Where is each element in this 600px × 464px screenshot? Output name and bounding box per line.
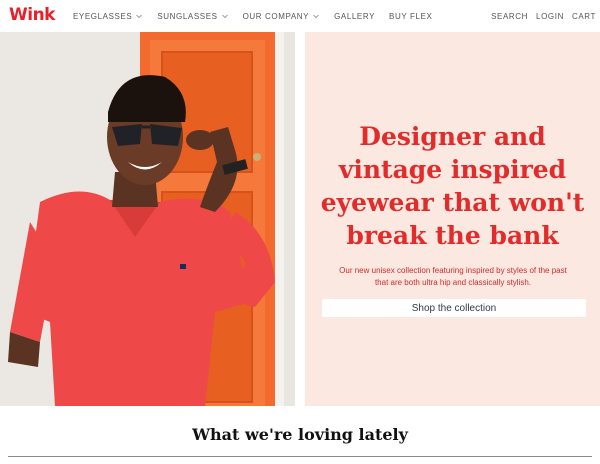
nav-sunglasses-label: SUNGLASSES bbox=[157, 11, 218, 21]
nav-buy-flex-label: BUY FLEX bbox=[389, 11, 433, 21]
nav-eyeglasses-label: EYEGLASSES bbox=[73, 11, 133, 21]
hero-photo bbox=[0, 32, 295, 406]
hero-headline-line: Designer and bbox=[359, 122, 546, 151]
nav-gallery[interactable]: GALLERY bbox=[334, 12, 375, 21]
hero-section: Designer and vintage inspired eyewear th… bbox=[0, 32, 600, 406]
brand-logo[interactable]: Wink bbox=[9, 5, 56, 25]
nav-sunglasses[interactable]: SUNGLASSES bbox=[157, 12, 228, 21]
section-title: What we're loving lately bbox=[192, 425, 408, 444]
hero-subtext-line: that are both ultra hip and classically … bbox=[374, 278, 532, 287]
chevron-down-icon bbox=[313, 14, 319, 19]
site-header: Wink EYEGLASSES SUNGLASSES OUR COMPANY G… bbox=[0, 0, 600, 32]
nav-our-company[interactable]: OUR COMPANY bbox=[243, 12, 320, 21]
utility-nav: SEARCH LOGIN CART bbox=[491, 0, 596, 32]
hero-divider bbox=[295, 32, 305, 406]
hero-text-panel: Designer and vintage inspired eyewear th… bbox=[305, 32, 600, 406]
chevron-down-icon bbox=[221, 14, 228, 19]
search-link[interactable]: SEARCH bbox=[491, 12, 528, 21]
nav-our-company-label: OUR COMPANY bbox=[242, 11, 310, 21]
cart-link[interactable]: CART bbox=[572, 12, 596, 21]
hero-headline-line: break the bank bbox=[346, 221, 559, 250]
login-link[interactable]: LOGIN bbox=[536, 12, 564, 21]
chevron-down-icon bbox=[136, 14, 143, 19]
man-in-red-polo-illustration bbox=[0, 32, 295, 406]
nav-gallery-label: GALLERY bbox=[334, 11, 376, 21]
hero-subtext-line: Our new unisex collection featuring insp… bbox=[339, 266, 567, 275]
hero-headline-line: vintage inspired bbox=[338, 155, 567, 184]
shop-collection-button[interactable]: Shop the collection bbox=[322, 299, 586, 317]
section-divider bbox=[8, 456, 592, 457]
nav-buy-flex[interactable]: BUY FLEX bbox=[389, 12, 432, 21]
hero-headline-line: eyewear that won't bbox=[320, 188, 585, 217]
hero-subtext: Our new unisex collection featuring insp… bbox=[323, 265, 583, 289]
main-nav: EYEGLASSES SUNGLASSES OUR COMPANY GALLER… bbox=[73, 0, 432, 32]
hero-headline: Designer and vintage inspired eyewear th… bbox=[305, 120, 600, 252]
nav-eyeglasses[interactable]: EYEGLASSES bbox=[73, 12, 143, 21]
